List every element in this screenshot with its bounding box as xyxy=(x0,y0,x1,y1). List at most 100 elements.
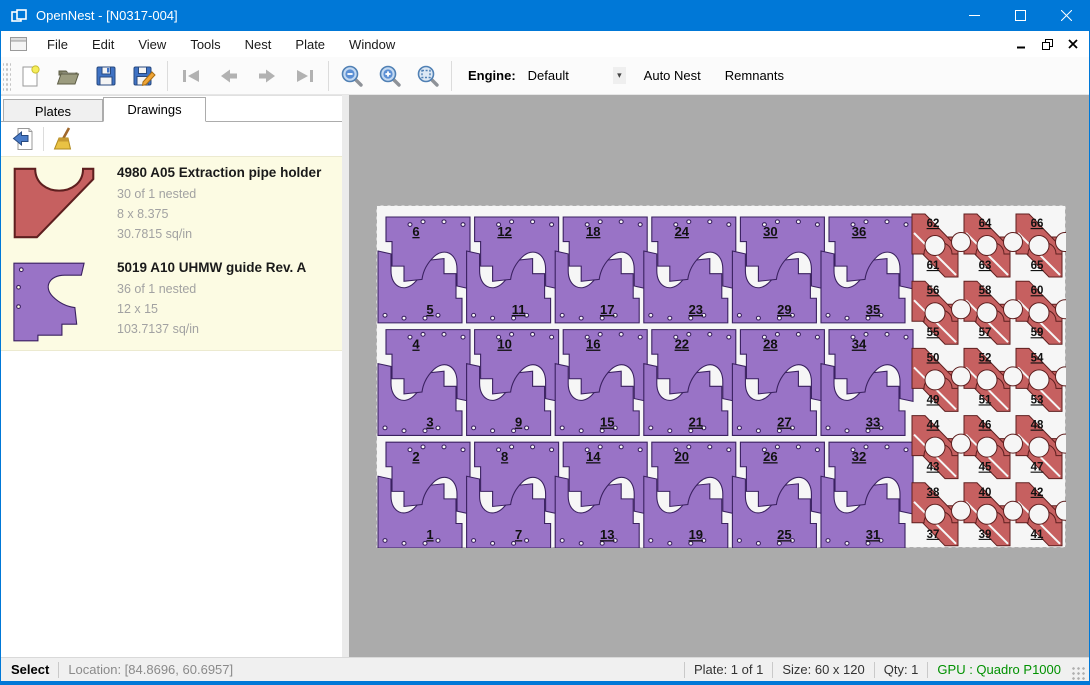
auto-nest-button[interactable]: Auto Nest xyxy=(634,62,711,89)
nest-canvas[interactable]: 5634121112910781718151613142324212219202… xyxy=(349,95,1089,657)
previous-arrow-icon xyxy=(216,63,242,89)
part-number: 59 xyxy=(1031,327,1044,339)
import-drawing-button[interactable] xyxy=(9,125,39,153)
import-drawing-icon xyxy=(11,126,37,152)
part-number: 26 xyxy=(763,449,777,464)
save-button[interactable] xyxy=(87,59,125,93)
part-number: 61 xyxy=(927,260,940,272)
part-number: 44 xyxy=(927,420,940,432)
minimize-icon xyxy=(969,10,980,21)
part-number: 60 xyxy=(1031,285,1044,297)
last-arrow-icon xyxy=(292,63,318,89)
menu-nest[interactable]: Nest xyxy=(233,33,284,56)
plate[interactable]: 5634121112910781718151613142324212219202… xyxy=(376,205,1066,548)
menu-edit[interactable]: Edit xyxy=(80,33,126,56)
zoom-in-icon xyxy=(377,63,403,89)
resize-grip[interactable] xyxy=(1071,666,1085,680)
part-number: 3 xyxy=(426,415,433,430)
sidebar-tabs: Plates Drawings xyxy=(1,96,342,121)
engine-label: Engine: xyxy=(468,68,516,83)
status-gpu: GPU : Quadro P1000 xyxy=(937,662,1061,677)
part-number: 21 xyxy=(689,415,703,430)
zoom-fit-button[interactable] xyxy=(409,59,447,93)
status-separator xyxy=(684,662,685,678)
part-number: 47 xyxy=(1031,462,1044,474)
part-number: 27 xyxy=(777,415,791,430)
panel-splitter[interactable] xyxy=(342,95,349,657)
engine-select[interactable]: Default ▾ xyxy=(522,64,630,88)
part-number: 50 xyxy=(927,352,940,364)
close-button[interactable] xyxy=(1043,0,1089,31)
part-number: 13 xyxy=(600,527,614,542)
sidebar: Plates Drawings xyxy=(1,95,342,657)
status-separator xyxy=(58,662,59,678)
zoom-out-button[interactable] xyxy=(333,59,371,93)
previous-plate-button[interactable] xyxy=(210,59,248,93)
part-number: 33 xyxy=(866,415,880,430)
broom-icon xyxy=(50,126,76,152)
part-number: 24 xyxy=(675,224,690,239)
next-plate-button[interactable] xyxy=(248,59,286,93)
open-button[interactable] xyxy=(49,59,87,93)
drawing-title: 5019 A10 UHMW guide Rev. A xyxy=(117,260,334,275)
first-plate-button[interactable] xyxy=(172,59,210,93)
part-number: 34 xyxy=(852,337,867,352)
list-item[interactable]: 4980 A05 Extraction pipe holder 30 of 1 … xyxy=(1,157,342,252)
status-separator xyxy=(927,662,928,678)
part-number: 37 xyxy=(927,529,940,541)
mdi-close-icon xyxy=(1068,39,1078,49)
part-number: 6 xyxy=(412,224,419,239)
engine-value: Default xyxy=(528,68,569,83)
remnants-button[interactable]: Remnants xyxy=(715,62,794,89)
menu-window[interactable]: Window xyxy=(337,33,407,56)
clear-drawings-button[interactable] xyxy=(48,125,78,153)
part-number: 58 xyxy=(979,285,992,297)
part-number: 62 xyxy=(927,218,940,230)
drawing-thumbnail-red xyxy=(13,163,117,244)
drawing-thumbnail-purple xyxy=(13,258,117,342)
mdi-restore-icon xyxy=(1042,39,1053,50)
status-size: Size: 60 x 120 xyxy=(782,662,864,677)
part-number: 51 xyxy=(979,394,992,406)
drawing-nested-count: 36 of 1 nested xyxy=(117,279,334,299)
status-separator xyxy=(772,662,773,678)
maximize-button[interactable] xyxy=(997,0,1043,31)
zoom-in-button[interactable] xyxy=(371,59,409,93)
part-number: 19 xyxy=(689,527,703,542)
tab-drawings[interactable]: Drawings xyxy=(103,97,206,122)
last-plate-button[interactable] xyxy=(286,59,324,93)
drawing-list: 4980 A05 Extraction pipe holder 30 of 1 … xyxy=(1,156,342,351)
mdi-close-button[interactable] xyxy=(1063,35,1083,53)
drawing-size: 12 x 15 xyxy=(117,299,334,319)
window-border xyxy=(1,681,1089,685)
part-number: 29 xyxy=(777,302,791,317)
menu-view[interactable]: View xyxy=(126,33,178,56)
part-number: 63 xyxy=(979,260,992,272)
mdi-restore-button[interactable] xyxy=(1037,35,1057,53)
part-number: 11 xyxy=(512,302,526,317)
titlebar: OpenNest - [N0317-004] xyxy=(1,0,1089,31)
part-number: 31 xyxy=(866,527,880,542)
menu-tools[interactable]: Tools xyxy=(178,33,232,56)
menu-plate[interactable]: Plate xyxy=(283,33,337,56)
part-number: 4 xyxy=(412,337,420,352)
part-number: 22 xyxy=(675,337,689,352)
part-number: 17 xyxy=(600,302,614,317)
part-number: 28 xyxy=(763,337,777,352)
toolbar-grip[interactable] xyxy=(3,61,11,91)
status-qty: Qty: 1 xyxy=(884,662,919,677)
minimize-button[interactable] xyxy=(951,0,997,31)
status-mode: Select xyxy=(11,662,49,677)
mdi-minimize-button[interactable] xyxy=(1011,35,1031,53)
status-plate: Plate: 1 of 1 xyxy=(694,662,763,677)
list-item[interactable]: 5019 A10 UHMW guide Rev. A 36 of 1 neste… xyxy=(1,252,342,350)
tab-plates[interactable]: Plates xyxy=(3,99,103,121)
part-number: 1 xyxy=(426,527,433,542)
part-number: 2 xyxy=(412,449,419,464)
menu-file[interactable]: File xyxy=(35,33,80,56)
part-number: 65 xyxy=(1031,260,1044,272)
new-button[interactable] xyxy=(11,59,49,93)
chevron-down-icon: ▾ xyxy=(613,67,626,84)
save-as-button[interactable] xyxy=(125,59,163,93)
document-window-icon[interactable] xyxy=(10,37,27,51)
